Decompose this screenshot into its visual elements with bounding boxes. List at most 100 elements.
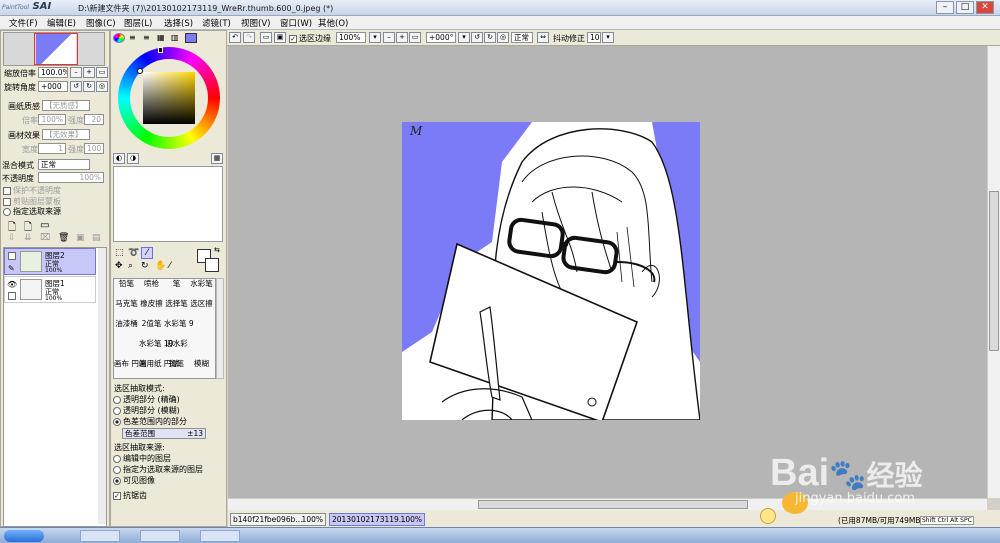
taskbar-app[interactable] [200,530,240,542]
stabilizer-dropdown-icon[interactable]: ▾ [602,32,614,43]
navigator-preview[interactable] [3,32,105,66]
layer-row[interactable]: 👁 图层1 正常 100% [4,276,96,303]
blend-mode-select[interactable]: 正常 [38,159,90,170]
redo-icon[interactable]: ↷ [243,32,255,43]
paper-strength-field[interactable]: 20 [84,114,104,125]
clear-layer-icon[interactable]: ⌧ [40,233,50,243]
rotate-tool-icon[interactable]: ↻ [141,261,149,271]
maximize-button[interactable]: □ [956,1,974,14]
new-folder-icon[interactable]: ▭ [40,220,49,231]
layer-mask-icon[interactable]: ▣ [76,233,85,243]
marquee-tool-icon[interactable]: ⬚ [115,248,124,258]
paper-scale-field[interactable]: 100% [38,114,66,125]
zoom-dropdown-icon[interactable]: ▾ [369,32,381,43]
menu-file[interactable]: 文件(F) [9,17,38,29]
mode-color-range-radio[interactable]: 色差范围内的部分 [113,416,187,427]
tool-pencil-2[interactable]: 铅笔 [164,360,189,380]
apply-mask-icon[interactable]: ▤ [92,233,101,243]
angle-select[interactable]: +000° [426,32,456,43]
tool-select-eraser[interactable]: 选区擦 [189,300,214,320]
menu-edit[interactable]: 编辑(E) [47,17,76,29]
rotate-reset-button[interactable]: ◎ [96,81,108,92]
selection-edge-checkbox[interactable]: ✓ 选区边缘 [289,33,331,44]
paper-effect-select[interactable]: 【无效果】 [42,129,90,140]
tool-airbrush[interactable]: 喷枪 [139,280,164,300]
hsv-slider-tab[interactable]: ≡ [143,33,150,42]
menu-other[interactable]: 其他(O) [318,17,348,29]
source-visible-image-radio[interactable]: 可见图像 [113,475,155,486]
move-tool-icon[interactable]: ✥ [115,261,123,271]
merge-down-icon[interactable]: ⇊ [24,233,32,243]
menu-filter[interactable]: 滤镜(T) [202,17,231,29]
layer-list-scrollbar[interactable] [98,248,106,524]
menu-select[interactable]: 选择(S) [164,17,193,29]
zoom-reset-button[interactable]: ▭ [96,67,108,78]
effect-strength-field[interactable]: 100 [84,143,104,154]
source-editing-layer-radio[interactable]: 编辑中的图层 [113,453,171,464]
scratchpad-next-icon[interactable]: ◑ [127,153,139,164]
scratchpad[interactable] [113,166,223,242]
tool-watercolor[interactable]: 水彩笔 [189,280,214,300]
color-range-slider[interactable]: 色差范围 ±13 [122,428,206,439]
lock-toggle[interactable] [8,292,16,300]
tool-eraser[interactable]: 橡皮擦 [139,300,164,320]
opacity-slider[interactable]: 100% [38,172,104,183]
rotate-field[interactable]: +000 [38,81,68,92]
scratchpad-tab[interactable] [185,33,197,43]
layer-row[interactable]: ✎ 图层2 正常 100% [4,248,96,275]
zoom-tool-icon[interactable]: ⌕ [128,261,133,271]
zoom-in-icon[interactable]: + [396,32,408,43]
document-tab[interactable]: b140f21fbe096b... 100% [230,513,326,526]
taskbar-app[interactable] [80,530,120,542]
transfer-down-icon[interactable]: ⇩ [8,233,16,243]
zoom-out-icon[interactable]: – [383,32,395,43]
rotate-right-button[interactable]: ↻ [83,81,95,92]
menu-window[interactable]: 窗口(W) [280,17,312,29]
menu-layer[interactable]: 图层(L) [124,17,152,29]
tool-bucket[interactable]: 油漆桶 [114,320,139,340]
lasso-tool-icon[interactable]: ➰ [128,248,139,258]
tool-binary-pen[interactable]: 2值笔 [139,320,164,340]
vertical-scrollbar-thumb[interactable] [989,191,999,351]
close-button[interactable]: ✕ [976,1,994,14]
saturation-value-square[interactable] [143,72,195,124]
document-tab-active[interactable]: 20130102173119... 100% [329,513,425,526]
taskbar-app[interactable] [140,530,180,542]
mode-transparent-fuzzy-radio[interactable]: 透明部分 (模糊) [113,405,180,416]
swap-colors-icon[interactable]: ⇆ [214,246,220,254]
antialias-checkbox[interactable]: ✓ 抗锯齿 [113,490,147,501]
paper-texture-select[interactable]: 【无质感】 [42,100,90,111]
visibility-toggle[interactable] [8,252,16,260]
start-button[interactable] [4,530,44,542]
rotate-reset-icon[interactable]: ◎ [497,32,509,43]
tool-brush[interactable]: 笔 [164,280,189,300]
menu-image[interactable]: 图像(C) [86,17,116,29]
tool-watercolor-10[interactable]: 水彩笔 10 [139,340,173,360]
tool-marker[interactable]: 马克笔 [114,300,139,320]
tool-pencil[interactable]: 铅笔 [114,280,139,300]
tool-blur[interactable]: 模糊 [189,360,214,380]
color-wheel-tab[interactable] [113,33,125,43]
source-specified-layer-radio[interactable]: 指定为选取来源的图层 [113,464,203,475]
stabilizer-select[interactable]: 10 [587,32,601,43]
invert-selection-icon[interactable]: ▣ [274,32,286,43]
hand-tool-icon[interactable]: ✋ [155,261,166,271]
magic-wand-icon[interactable]: ⁄ [141,247,153,259]
minimize-button[interactable]: – [936,1,954,14]
navigator-viewport[interactable] [34,33,78,65]
menu-view[interactable]: 视图(V) [241,17,270,29]
view-mode-select[interactable]: 正常 [511,32,533,43]
scratchpad-prev-icon[interactable]: ◐ [113,153,125,164]
sv-cursor[interactable] [137,68,143,74]
tool-paper-round[interactable]: 画用纸 円端 [139,360,179,380]
rotate-ccw-icon[interactable]: ↺ [471,32,483,43]
rotate-cw-icon[interactable]: ↻ [484,32,496,43]
undo-icon[interactable]: ↶ [229,32,241,43]
horizontal-scrollbar-thumb[interactable] [478,500,748,509]
drawing-canvas[interactable]: M [402,122,700,420]
selection-source-checkbox[interactable]: 指定选取来源 [3,206,61,217]
mode-transparent-exact-radio[interactable]: 透明部分 (精确) [113,394,180,405]
zoom-out-button[interactable]: – [70,67,82,78]
secondary-color-swatch[interactable] [205,258,219,272]
zoom-fit-icon[interactable]: ▭ [409,32,421,43]
